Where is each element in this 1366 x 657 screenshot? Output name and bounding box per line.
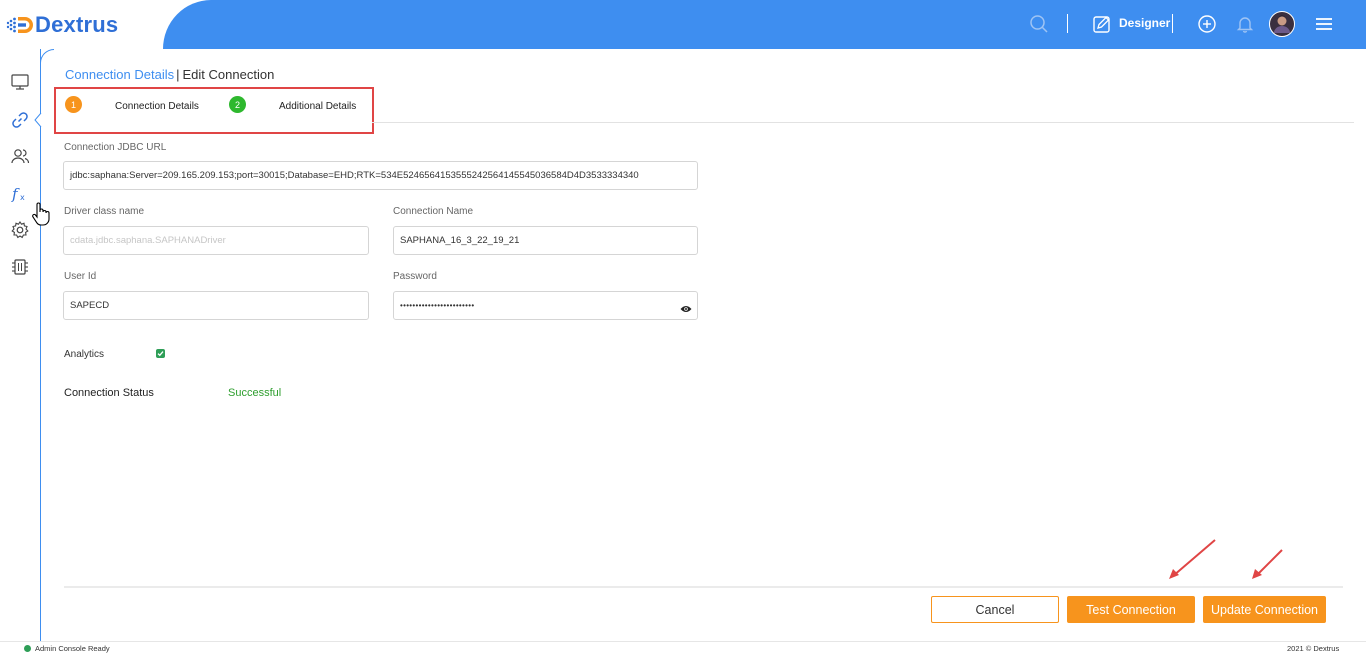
jdbc-url-input[interactable]: jdbc:saphana:Server=209.165.209.153;port… bbox=[63, 161, 698, 190]
cancel-button[interactable]: Cancel bbox=[931, 596, 1059, 623]
breadcrumb: Connection Details | Edit Connection bbox=[65, 67, 274, 82]
hand-cursor-icon bbox=[31, 201, 51, 227]
eye-icon[interactable] bbox=[680, 301, 692, 312]
user-avatar[interactable] bbox=[1269, 11, 1295, 37]
sidebar-corner bbox=[40, 49, 54, 63]
header-separator bbox=[1067, 14, 1068, 33]
app-header: Dextrus Designer bbox=[0, 0, 1366, 49]
step-2-label[interactable]: Additional Details bbox=[279, 101, 356, 112]
hamburger-menu-icon[interactable] bbox=[1312, 12, 1336, 36]
password-label: Password bbox=[393, 271, 437, 282]
checkmark-icon bbox=[157, 351, 164, 357]
chip-icon[interactable] bbox=[9, 256, 31, 278]
connection-name-label: Connection Name bbox=[393, 206, 474, 217]
link-icon[interactable] bbox=[9, 109, 31, 131]
annotation-arrow-icon bbox=[1252, 549, 1283, 579]
copyright-text: 2021 © Dextrus bbox=[1287, 644, 1340, 653]
step-2-badge[interactable]: 2 bbox=[229, 96, 246, 113]
sidebar-border bbox=[40, 49, 41, 641]
step-1-label[interactable]: Connection Details bbox=[115, 101, 199, 112]
status-bar-text: Admin Console Ready bbox=[35, 644, 110, 653]
driver-class-label: Driver class name bbox=[64, 206, 145, 217]
breadcrumb-connection-details-link[interactable]: Connection Details bbox=[65, 67, 174, 82]
footer-divider bbox=[64, 586, 1343, 588]
header-separator bbox=[1172, 14, 1173, 33]
steps-divider bbox=[372, 122, 1354, 123]
update-connection-button[interactable]: Update Connection bbox=[1203, 596, 1326, 623]
user-id-input[interactable]: SAPECD bbox=[63, 291, 369, 320]
connection-name-input[interactable]: SAPHANA_16_3_22_19_21 bbox=[393, 226, 698, 255]
test-connection-button[interactable]: Test Connection bbox=[1067, 596, 1195, 623]
step-1-badge[interactable]: 1 bbox=[65, 96, 82, 113]
annotation-arrow-icon bbox=[1169, 539, 1216, 579]
monitor-icon[interactable] bbox=[9, 71, 31, 93]
breadcrumb-separator: | bbox=[176, 67, 180, 82]
users-icon[interactable] bbox=[9, 145, 31, 167]
gear-icon[interactable] bbox=[9, 219, 31, 241]
designer-edit-icon[interactable] bbox=[1090, 12, 1114, 36]
function-icon[interactable]: fx bbox=[9, 183, 31, 205]
logo-mark-icon bbox=[6, 17, 33, 33]
breadcrumb-current: Edit Connection bbox=[182, 67, 275, 82]
svg-text:f: f bbox=[11, 185, 20, 203]
dextrus-logo[interactable]: Dextrus bbox=[6, 12, 118, 38]
logo-text: Dextrus bbox=[35, 12, 119, 37]
password-input[interactable]: •••••••••••••••••••••••• bbox=[393, 291, 698, 320]
analytics-checkbox[interactable] bbox=[156, 349, 165, 358]
jdbc-url-label: Connection JDBC URL bbox=[64, 142, 167, 153]
status-bar bbox=[0, 641, 1366, 657]
header-bar bbox=[163, 0, 1366, 49]
password-value: •••••••••••••••••••••••• bbox=[400, 301, 475, 310]
analytics-label: Analytics bbox=[64, 349, 105, 360]
search-icon[interactable] bbox=[1027, 12, 1051, 36]
driver-class-input[interactable]: cdata.jdbc.saphana.SAPHANADriver bbox=[63, 226, 369, 255]
connection-status-label: Connection Status bbox=[64, 387, 154, 399]
add-circle-icon[interactable] bbox=[1195, 12, 1219, 36]
user-id-label: User Id bbox=[64, 271, 97, 282]
active-item-indicator bbox=[34, 113, 42, 127]
connection-status-value: Successful bbox=[228, 387, 282, 399]
designer-label[interactable]: Designer bbox=[1119, 16, 1170, 30]
status-ok-icon bbox=[24, 645, 31, 652]
svg-text:x: x bbox=[20, 193, 25, 202]
left-sidebar bbox=[0, 49, 41, 641]
bell-icon[interactable] bbox=[1233, 12, 1257, 36]
